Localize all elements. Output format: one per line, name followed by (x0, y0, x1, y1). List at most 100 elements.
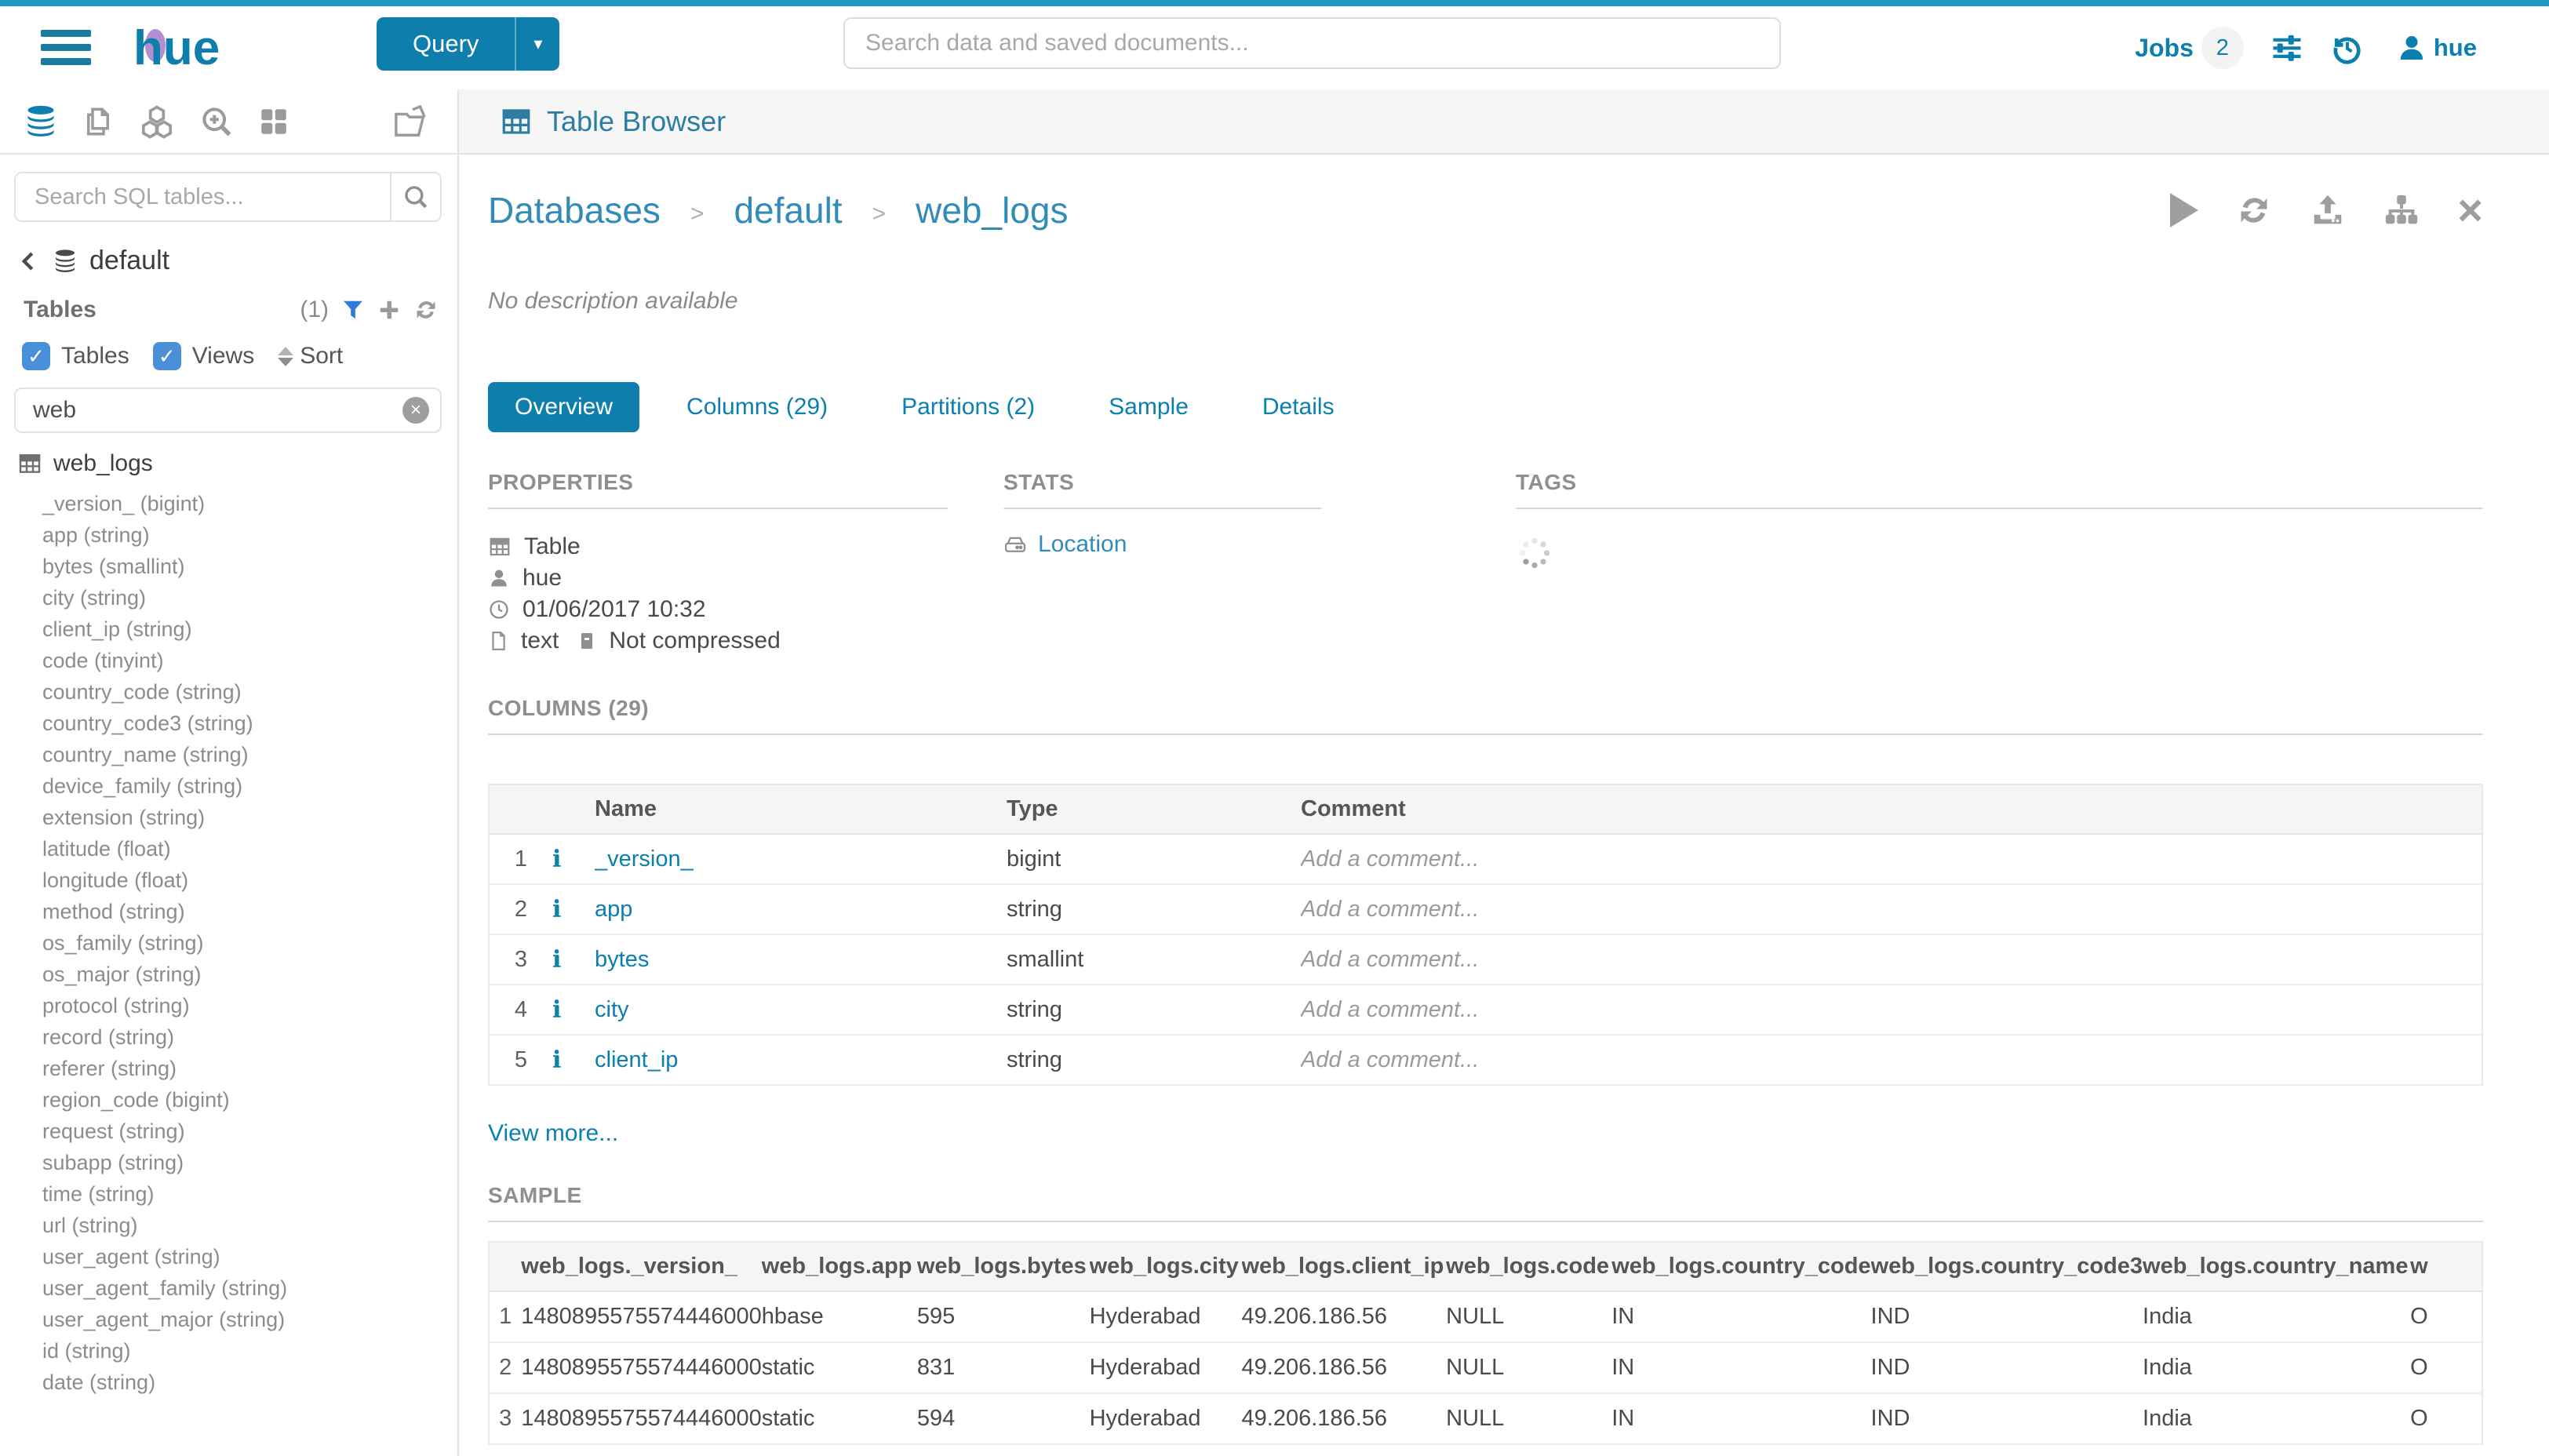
tree-column-item[interactable]: user_agent_major (string) (42, 1304, 457, 1335)
sitemap-icon (2383, 192, 2420, 228)
close-button[interactable]: × (2457, 195, 2483, 226)
column-comment-field[interactable]: Add a comment... (1301, 884, 2482, 934)
tree-column-item[interactable]: _version_ (bigint) (42, 488, 457, 519)
table-filter-value[interactable]: web (16, 397, 402, 424)
query-table-play-button[interactable] (2170, 193, 2198, 228)
info-icon[interactable]: i (552, 996, 561, 1024)
info-icon[interactable]: i (552, 946, 561, 974)
table-description[interactable]: No description available (488, 288, 2483, 315)
query-button[interactable]: Query ▾ (377, 17, 559, 71)
column-info-cell: i (552, 884, 595, 934)
tree-column-item[interactable]: user_agent (string) (42, 1241, 457, 1272)
jobs-link[interactable]: Jobs (2135, 34, 2194, 63)
tree-column-item[interactable]: os_family (string) (42, 927, 457, 959)
assist-search-zoom-icon[interactable] (199, 104, 234, 140)
info-icon[interactable]: i (552, 1046, 561, 1074)
refresh-icon[interactable] (413, 297, 439, 322)
tree-column-item[interactable]: request (string) (42, 1116, 457, 1147)
tree-column-item[interactable]: country_code (string) (42, 676, 457, 708)
tree-table-web-logs[interactable]: web_logs (17, 450, 457, 477)
sample-cell: O (2410, 1393, 2482, 1444)
tree-column-item[interactable]: extension (string) (42, 802, 457, 833)
views-checkbox-label: Views (192, 343, 254, 369)
assist-folder-documents-icon[interactable] (391, 104, 431, 140)
hue-logo[interactable]: hue (132, 19, 265, 75)
column-name-link[interactable]: _version_ (595, 846, 694, 872)
refresh-table-button[interactable] (2236, 192, 2272, 228)
column-name-link[interactable]: app (595, 897, 632, 922)
stats-title: STATS (1003, 470, 1322, 509)
query-dropdown-caret[interactable]: ▾ (515, 17, 559, 71)
tab-overview[interactable]: Overview (488, 382, 639, 432)
tree-column-item[interactable]: app (string) (42, 519, 457, 551)
query-button-label[interactable]: Query (377, 17, 515, 71)
import-upload-button[interactable] (2310, 192, 2346, 228)
clear-filter-icon[interactable]: × (402, 397, 429, 424)
sort-toggle[interactable]: Sort (278, 343, 343, 369)
jobs-count-badge[interactable]: 2 (2201, 27, 2244, 69)
assist-apps-grid-icon[interactable] (257, 104, 290, 140)
user-menu[interactable]: hue (2396, 32, 2477, 64)
column-row-number: 5 (490, 1035, 552, 1085)
sliders-icon[interactable] (2270, 31, 2303, 64)
column-comment-field[interactable]: Add a comment... (1301, 834, 2482, 884)
filter-funnel-icon[interactable] (341, 298, 365, 322)
tree-column-item[interactable]: device_family (string) (42, 770, 457, 802)
hamburger-menu-icon[interactable] (41, 30, 91, 72)
tree-column-item[interactable]: date (string) (42, 1367, 457, 1398)
column-comment-field[interactable]: Add a comment... (1301, 934, 2482, 985)
info-icon[interactable]: i (552, 896, 561, 923)
column-name-link[interactable]: city (595, 997, 629, 1022)
sql-tables-search-button[interactable] (390, 173, 440, 220)
tree-column-item[interactable]: city (string) (42, 582, 457, 613)
tree-column-item[interactable]: protocol (string) (42, 990, 457, 1021)
tree-column-item[interactable]: code (tinyint) (42, 645, 457, 676)
columns-table-row: 2iappstringAdd a comment... (490, 884, 2482, 934)
tree-column-item[interactable]: bytes (smallint) (42, 551, 457, 582)
tree-column-item[interactable]: user_agent_family (string) (42, 1272, 457, 1304)
column-name-link[interactable]: bytes (595, 947, 649, 972)
tree-column-item[interactable]: country_name (string) (42, 739, 457, 770)
breadcrumb-item-web_logs[interactable]: web_logs (916, 189, 1068, 231)
add-table-plus-icon[interactable] (377, 298, 401, 322)
global-search-input[interactable] (843, 17, 1781, 69)
tab-partitions-2[interactable]: Partitions (2) (875, 382, 1061, 432)
current-database-name[interactable]: default (89, 246, 169, 276)
assist-sql-databases-icon[interactable] (24, 104, 58, 140)
tree-column-item[interactable]: id (string) (42, 1335, 457, 1367)
property-format: text (521, 628, 559, 654)
column-comment-field[interactable]: Add a comment... (1301, 985, 2482, 1035)
tree-column-item[interactable]: client_ip (string) (42, 613, 457, 645)
breadcrumb-item-databases[interactable]: Databases (488, 189, 661, 231)
column-comment-field[interactable]: Add a comment... (1301, 1035, 2482, 1085)
tree-table-name[interactable]: web_logs (53, 450, 153, 477)
tree-column-item[interactable]: latitude (float) (42, 833, 457, 864)
info-icon[interactable]: i (552, 846, 561, 873)
history-icon[interactable] (2330, 31, 2365, 65)
assist-documents-icon[interactable] (82, 104, 115, 140)
assist-functions-cubes-icon[interactable] (138, 104, 176, 140)
tree-column-item[interactable]: subapp (string) (42, 1147, 457, 1178)
tree-column-item[interactable]: time (string) (42, 1178, 457, 1210)
sql-tables-search-input[interactable] (16, 173, 390, 220)
location-link[interactable]: Location (1038, 531, 1127, 558)
tree-column-item[interactable]: longitude (float) (42, 864, 457, 896)
breadcrumb-item-default[interactable]: default (734, 189, 842, 231)
tree-column-item[interactable]: os_major (string) (42, 959, 457, 990)
database-breadcrumb-row[interactable]: default (0, 246, 457, 276)
tree-column-item[interactable]: region_code (bigint) (42, 1084, 457, 1116)
table-filter-field[interactable]: web × (14, 388, 442, 433)
tree-column-item[interactable]: url (string) (42, 1210, 457, 1241)
tree-column-item[interactable]: method (string) (42, 896, 457, 927)
tab-sample[interactable]: Sample (1082, 382, 1215, 432)
tables-checkbox[interactable]: ✓ (22, 342, 50, 370)
views-checkbox[interactable]: ✓ (153, 342, 181, 370)
tree-column-item[interactable]: referer (string) (42, 1053, 457, 1084)
tree-column-item[interactable]: record (string) (42, 1021, 457, 1053)
tab-details[interactable]: Details (1236, 382, 1361, 432)
lineage-sitemap-button[interactable] (2383, 192, 2420, 228)
view-more-link[interactable]: View more... (488, 1120, 618, 1147)
tab-columns-29[interactable]: Columns (29) (660, 382, 854, 432)
tree-column-item[interactable]: country_code3 (string) (42, 708, 457, 739)
column-name-link[interactable]: client_ip (595, 1047, 678, 1072)
